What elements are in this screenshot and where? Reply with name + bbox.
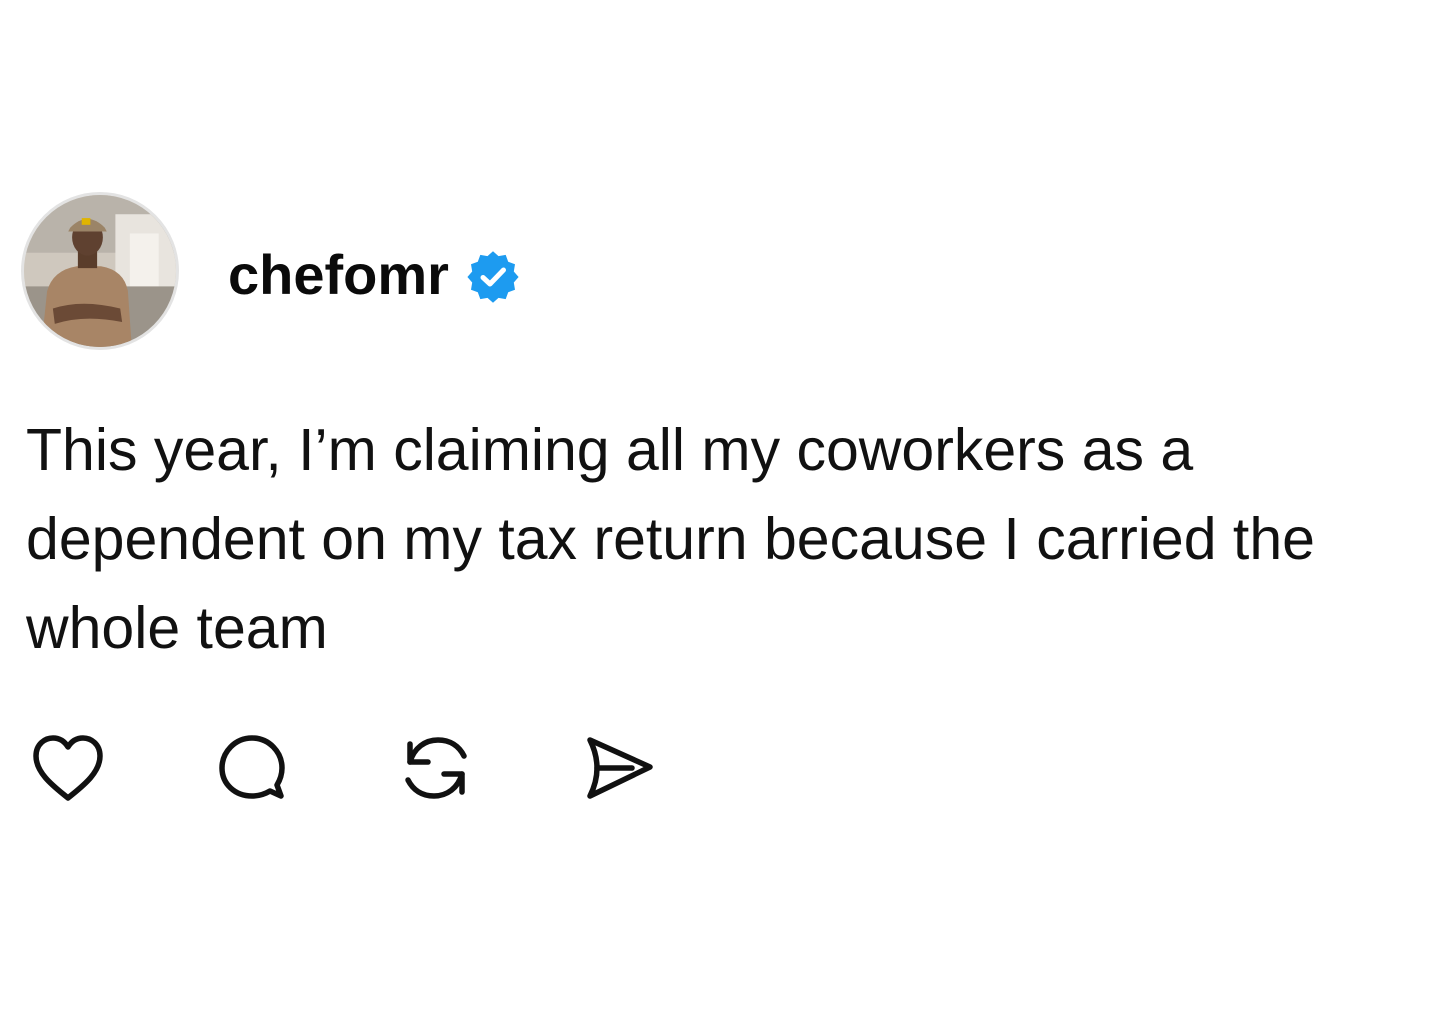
like-button[interactable] — [30, 730, 106, 806]
heart-icon — [33, 735, 103, 801]
username[interactable]: chefomr — [228, 247, 449, 303]
post-card: chefomr This year, I’m claiming all my c… — [0, 0, 1456, 1028]
comment-button[interactable] — [214, 730, 290, 806]
share-button[interactable] — [580, 730, 656, 806]
repost-icon — [405, 737, 467, 799]
speech-bubble-icon — [219, 735, 285, 799]
verified-badge-icon — [467, 251, 519, 303]
avatar[interactable] — [21, 192, 179, 350]
post-text: This year, I’m claiming all my coworkers… — [26, 417, 1315, 661]
avatar-photo — [24, 195, 176, 347]
paper-plane-icon — [587, 737, 653, 799]
repost-button[interactable] — [398, 730, 474, 806]
author-header: chefomr — [228, 240, 519, 310]
